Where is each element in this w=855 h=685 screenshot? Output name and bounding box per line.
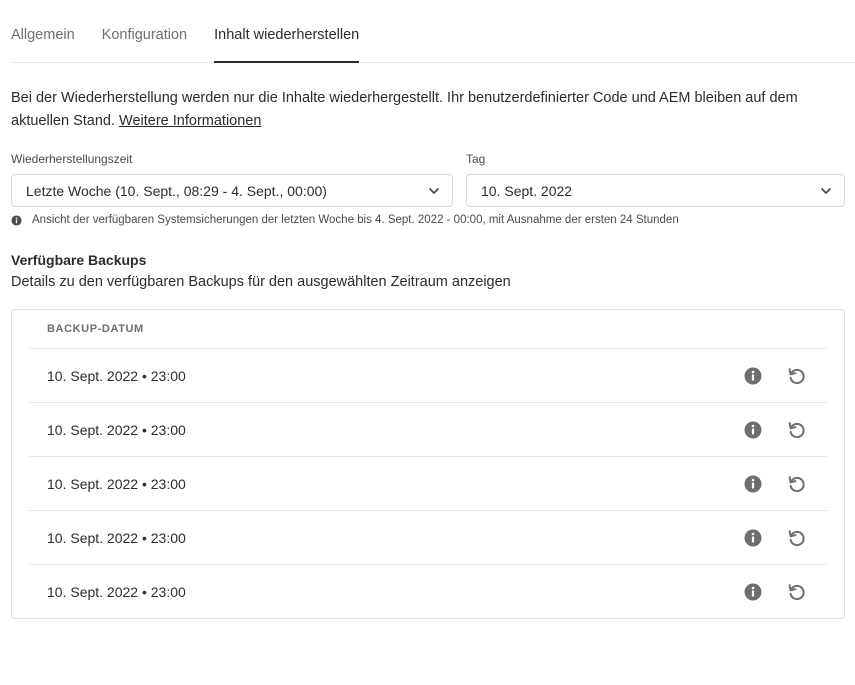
row-actions	[743, 582, 807, 602]
day-value: 10. Sept. 2022	[481, 182, 573, 199]
restore-fields: Wiederherstellungszeit Letzte Woche (10.…	[11, 151, 855, 207]
restore-time-picker[interactable]: Letzte Woche (10. Sept., 08:29 - 4. Sept…	[11, 174, 453, 207]
backup-date: 10. Sept. 2022 • 23:00	[47, 529, 186, 546]
backup-date: 10. Sept. 2022 • 23:00	[47, 475, 186, 492]
restore-content-panel: Allgemein Konfiguration Inhalt wiederher…	[11, 0, 855, 619]
row-actions	[743, 366, 807, 386]
chevron-down-icon	[821, 187, 831, 194]
info-icon[interactable]	[743, 582, 763, 602]
row-actions	[743, 528, 807, 548]
section-title: Verfügbare Backups	[11, 252, 147, 268]
section-subtitle: Details zu den verfügbaren Backups für d…	[11, 274, 511, 290]
info-icon[interactable]	[743, 528, 763, 548]
column-header-backup-date: BACKUP-DATUM	[29, 310, 827, 349]
description: Bei der Wiederherstellung werden nur die…	[11, 87, 851, 133]
backups-table: BACKUP-DATUM 10. Sept. 2022 • 23:00 10. …	[11, 309, 845, 619]
row-actions	[743, 474, 807, 494]
tab-general[interactable]: Allgemein	[11, 0, 75, 61]
info-icon[interactable]	[743, 420, 763, 440]
table-row: 10. Sept. 2022 • 23:00	[29, 457, 827, 511]
restore-time-label: Wiederherstellungszeit	[11, 152, 133, 166]
table-row: 10. Sept. 2022 • 23:00	[29, 511, 827, 565]
restore-icon[interactable]	[787, 528, 807, 548]
restore-time-field: Wiederherstellungszeit Letzte Woche (10.…	[11, 151, 453, 207]
table-row: 10. Sept. 2022 • 23:00	[29, 565, 827, 619]
day-field: Tag 10. Sept. 2022	[466, 151, 845, 207]
backup-date: 10. Sept. 2022 • 23:00	[47, 421, 186, 438]
restore-icon[interactable]	[787, 582, 807, 602]
table-row: 10. Sept. 2022 • 23:00	[29, 349, 827, 403]
learn-more-link[interactable]: Weitere Informationen	[119, 113, 261, 129]
backup-date: 10. Sept. 2022 • 23:00	[47, 367, 186, 384]
restore-icon[interactable]	[787, 366, 807, 386]
info-icon[interactable]	[743, 474, 763, 494]
restore-time-value: Letzte Woche (10. Sept., 08:29 - 4. Sept…	[26, 182, 327, 199]
restore-icon[interactable]	[787, 420, 807, 440]
day-picker[interactable]: 10. Sept. 2022	[466, 174, 845, 207]
row-actions	[743, 420, 807, 440]
tab-bar: Allgemein Konfiguration Inhalt wiederher…	[11, 0, 855, 63]
info-icon	[11, 214, 22, 226]
tab-configuration[interactable]: Konfiguration	[102, 0, 187, 61]
help-text: Ansicht der verfügbaren Systemsicherunge…	[11, 214, 855, 226]
backup-date: 10. Sept. 2022 • 23:00	[47, 584, 186, 600]
info-icon[interactable]	[743, 366, 763, 386]
tab-restore-content[interactable]: Inhalt wiederherstellen	[214, 0, 360, 63]
restore-icon[interactable]	[787, 474, 807, 494]
chevron-down-icon	[429, 187, 439, 194]
help-text-content: Ansicht der verfügbaren Systemsicherunge…	[32, 214, 679, 226]
day-label: Tag	[466, 152, 486, 166]
table-row: 10. Sept. 2022 • 23:00	[29, 403, 827, 457]
